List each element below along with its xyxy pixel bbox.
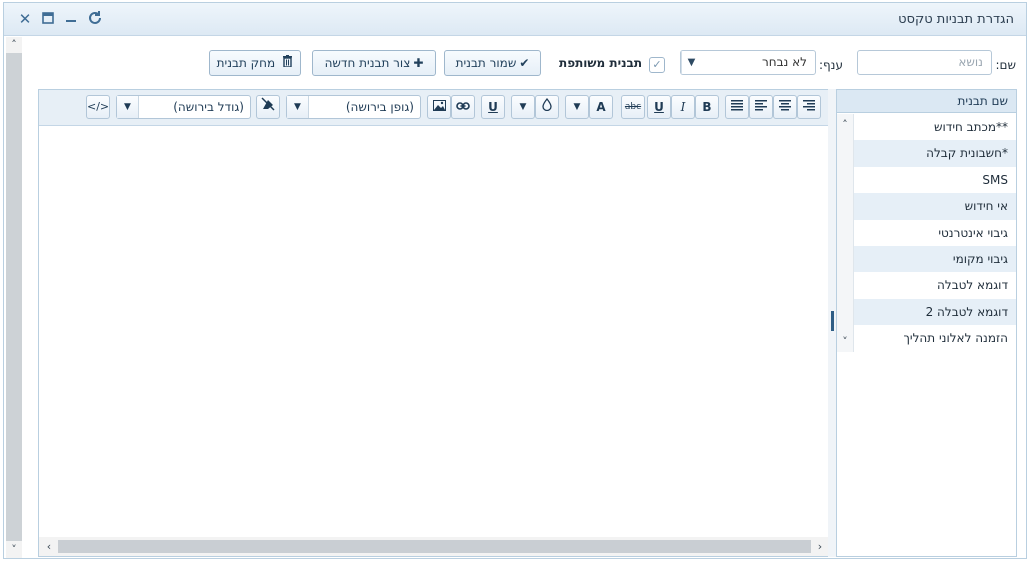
align-center-icon[interactable] <box>773 95 797 119</box>
scroll-left-icon[interactable]: ‹ <box>41 539 57 555</box>
template-list-scrollbar[interactable]: ˄ ˅ <box>837 114 854 352</box>
editor-toolbar: B I U abc A ▼ ▼ U (גופן בירושה) ▼ (גודל … <box>39 90 828 126</box>
new-template-button[interactable]: ✚צור תבנית חדשה <box>312 50 436 76</box>
delete-template-button[interactable]: מחק תבנית <box>209 50 301 76</box>
code-view-icon[interactable]: </> <box>86 95 110 119</box>
scroll-thumb[interactable] <box>58 540 811 553</box>
branch-select[interactable]: לא נבחר ▼ <box>680 50 816 75</box>
branch-label: ענף: <box>818 58 843 72</box>
scroll-track[interactable] <box>6 53 22 541</box>
shared-template-label: תבנית משותפת <box>559 56 643 70</box>
editor-content-area[interactable] <box>39 126 828 537</box>
panel-splitter[interactable] <box>828 89 836 557</box>
scroll-right-icon[interactable]: › <box>812 539 828 555</box>
align-right-icon[interactable] <box>797 95 821 119</box>
template-list-item[interactable]: הזמנה לאלוני תהליך <box>854 325 1016 351</box>
trash-icon <box>278 55 293 70</box>
font-size-value: (גודל בירושה) <box>173 100 244 114</box>
scroll-down-icon[interactable]: ˅ <box>6 542 22 558</box>
italic-button[interactable]: I <box>671 95 695 119</box>
font-size-select[interactable]: (גודל בירושה) ▼ <box>116 95 251 119</box>
font-color-button[interactable]: A <box>589 95 613 119</box>
template-list-item[interactable]: אי חידוש <box>854 193 1016 220</box>
html-editor: B I U abc A ▼ ▼ U (גופן בירושה) ▼ (גודל … <box>38 89 829 557</box>
splitter-grip[interactable] <box>831 311 834 331</box>
scroll-up-icon[interactable]: ˄ <box>6 37 22 53</box>
branch-value: לא נבחר <box>761 55 807 69</box>
strikethrough-button[interactable]: abc <box>621 95 645 119</box>
template-list-item[interactable]: גיבוי מקומי <box>854 246 1016 273</box>
shared-template-checkbox[interactable]: ✓ <box>649 57 665 73</box>
maximize-icon[interactable] <box>39 10 57 28</box>
link-icon[interactable] <box>451 95 475 119</box>
template-list-panel: שם תבנית ˄ ˅ **מכתב חידוש *חשבונית קבלה … <box>836 89 1017 557</box>
check-icon: ✔ <box>519 56 530 70</box>
underline-button[interactable]: U <box>647 95 671 119</box>
chevron-down-icon[interactable]: ▼ <box>117 96 139 118</box>
font-family-value: (גופן בירושה) <box>345 100 414 114</box>
underline-alt-button[interactable]: U <box>481 95 505 119</box>
image-icon[interactable] <box>427 95 451 119</box>
align-justify-icon[interactable] <box>725 95 749 119</box>
chevron-down-icon[interactable]: ▼ <box>287 96 309 118</box>
highlight-dropdown-icon[interactable]: ▼ <box>511 95 535 119</box>
scroll-up-icon[interactable]: ˄ <box>837 117 853 133</box>
font-family-select[interactable]: (גופן בירושה) ▼ <box>286 95 421 119</box>
editor-horizontal-scrollbar[interactable]: ‹ › <box>39 537 828 556</box>
scroll-down-icon[interactable]: ˅ <box>837 334 853 350</box>
subject-input[interactable]: נושא <box>857 50 992 75</box>
template-editor-window: ✕ הגדרת תבניות טקסט ˄ ˅ שם: נושא ענף: לא… <box>3 2 1027 559</box>
save-template-button[interactable]: ✔שמור תבנית <box>444 50 541 76</box>
plus-icon: ✚ <box>413 56 424 70</box>
template-list-item[interactable]: SMS <box>854 167 1016 193</box>
minimize-icon[interactable] <box>62 10 80 28</box>
bold-button[interactable]: B <box>695 95 719 119</box>
subject-label: שם: <box>995 58 1016 72</box>
template-list-header: שם תבנית <box>837 90 1016 113</box>
close-icon[interactable]: ✕ <box>16 10 34 28</box>
clear-format-icon[interactable] <box>256 95 280 119</box>
template-list-item[interactable]: *חשבונית קבלה <box>854 140 1016 167</box>
chevron-down-icon[interactable]: ▼ <box>681 51 701 74</box>
template-list-item[interactable]: דוגמא לטבלה 2 <box>854 298 1016 326</box>
align-left-icon[interactable] <box>749 95 773 119</box>
template-list-item[interactable]: גיבוי אינטרנטי <box>854 220 1016 246</box>
refresh-icon[interactable] <box>86 10 104 28</box>
window-title: הגדרת תבניות טקסט <box>898 12 1014 27</box>
title-bar: ✕ הגדרת תבניות טקסט <box>4 3 1026 36</box>
template-list-item[interactable]: **מכתב חידוש <box>854 114 1016 140</box>
highlight-color-icon[interactable] <box>535 95 559 119</box>
template-list-item[interactable]: דוגמא לטבלה <box>854 272 1016 298</box>
page-vertical-scrollbar[interactable]: ˄ ˅ <box>6 37 22 558</box>
font-color-dropdown-icon[interactable]: ▼ <box>565 95 589 119</box>
